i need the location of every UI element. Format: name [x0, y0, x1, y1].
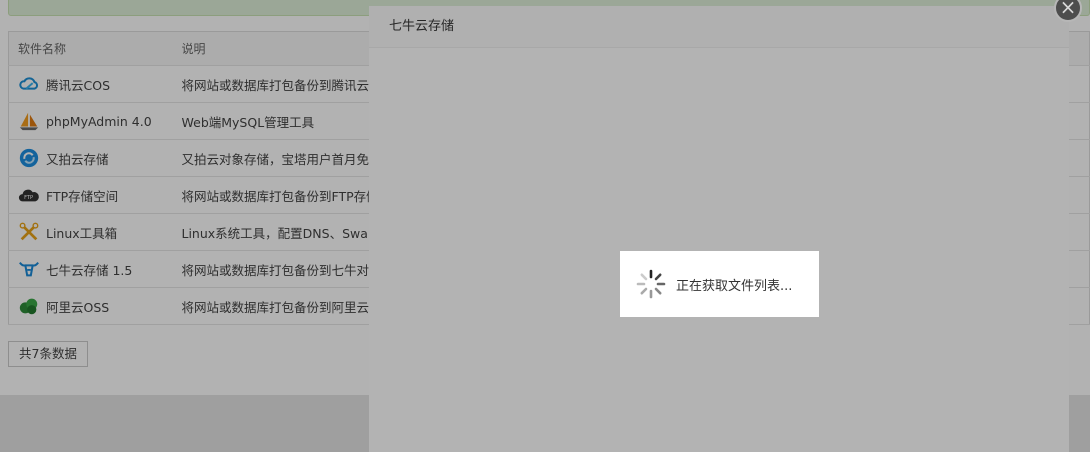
spinner-icon [636, 269, 666, 299]
qiniu-storage-dialog: 七牛云存储 [369, 6, 1069, 452]
dialog-title: 七牛云存储 [369, 6, 1069, 48]
loading-text: 正在获取文件列表... [676, 278, 793, 294]
loading-box: 正在获取文件列表... [620, 251, 819, 317]
